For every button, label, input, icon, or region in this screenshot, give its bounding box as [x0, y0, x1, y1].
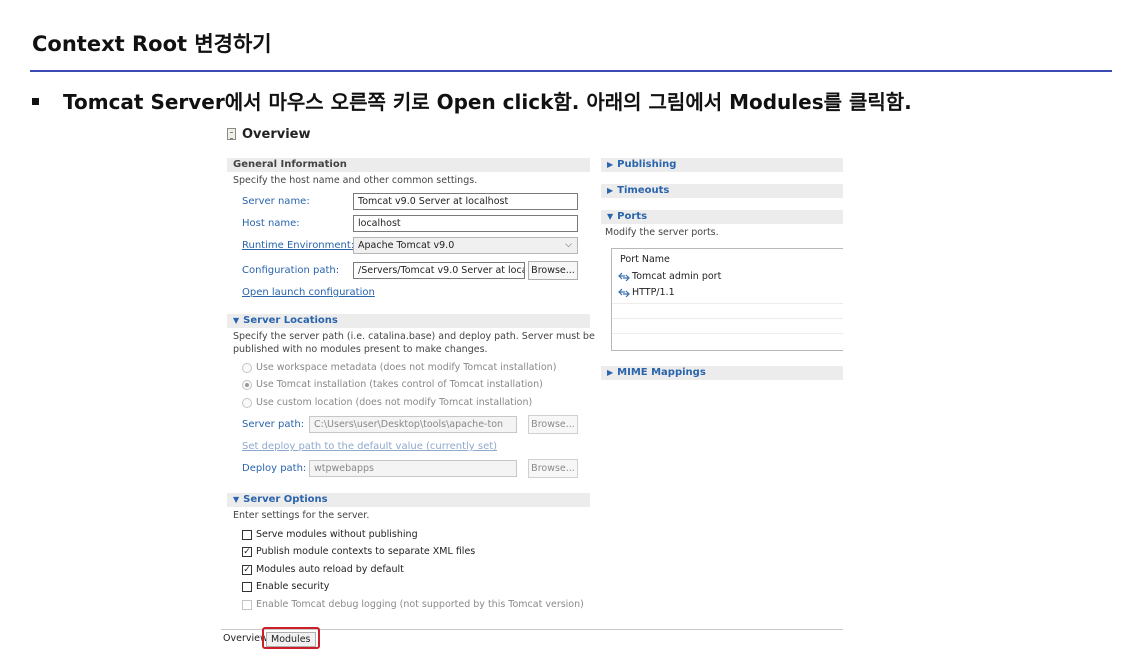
runtime-environment-select[interactable]: Apache Tomcat v9.0 ⌵: [353, 237, 578, 254]
radio-circle-icon: [242, 362, 252, 373]
server-name-field[interactable]: Tomcat v9.0 Server at localhost: [353, 193, 578, 210]
open-launch-configuration-link[interactable]: Open launch configuration: [242, 287, 375, 298]
slide-title: Context Root 변경하기: [32, 32, 272, 56]
custom-location-label: Use custom location (does not modify Tom…: [256, 397, 533, 408]
mime-mappings-header[interactable]: ▶ MIME Mappings: [601, 366, 843, 380]
instruction-text: Tomcat Server에서 마우스 오른쪽 키로 Open click함. …: [63, 90, 912, 114]
checkmark-icon: ✓: [242, 546, 252, 557]
workspace-metadata-label: Use workspace metadata (does not modify …: [256, 362, 557, 373]
auto-reload-checkbox[interactable]: ✓ Modules auto reload by default: [242, 564, 404, 575]
host-name-label: Host name:: [242, 218, 300, 229]
ports-table: Port Name Tomcat admin port HTTP/1.1: [611, 248, 843, 351]
debug-logging-label: Enable Tomcat debug logging (not support…: [256, 599, 584, 610]
enable-security-label: Enable security: [256, 581, 330, 592]
ports-header[interactable]: ▼ Ports: [601, 210, 843, 224]
port-connection-icon: [618, 288, 630, 297]
publishing-header[interactable]: ▶ Publishing: [601, 158, 843, 172]
table-row[interactable]: HTTP/1.1: [618, 287, 675, 298]
server-name-label: Server name:: [242, 196, 310, 207]
table-row[interactable]: Tomcat admin port: [618, 271, 721, 282]
server-locations-desc-line2: published with no modules present to mak…: [233, 344, 488, 355]
server-options-desc: Enter settings for the server.: [233, 510, 370, 521]
publish-contexts-label: Publish module contexts to separate XML …: [256, 546, 476, 557]
checkbox-empty-icon: [242, 581, 252, 592]
editor-header: Overview: [227, 126, 311, 142]
general-information-desc: Specify the host name and other common s…: [233, 175, 478, 186]
expand-right-arrow-icon: ▶: [607, 368, 614, 377]
expand-right-arrow-icon: ▶: [607, 160, 614, 169]
server-options-title: Server Options: [243, 494, 328, 505]
enable-security-checkbox[interactable]: Enable security: [242, 581, 329, 592]
checkbox-empty-icon: [242, 599, 252, 610]
timeouts-title: Timeouts: [617, 185, 670, 196]
expand-down-arrow-icon: ▼: [607, 212, 614, 221]
set-deploy-path-link[interactable]: Set deploy path to the default value (cu…: [242, 441, 497, 452]
server-locations-header[interactable]: ▼ Server Locations: [227, 314, 590, 328]
checkmark-icon: ✓: [242, 564, 252, 575]
table-gridline: [612, 333, 843, 334]
port-name-column-header: Port Name: [620, 254, 670, 265]
workspace-metadata-radio[interactable]: Use workspace metadata (does not modify …: [242, 362, 556, 373]
publishing-title: Publishing: [617, 159, 677, 170]
expand-down-arrow-icon: ▼: [233, 316, 240, 325]
host-name-field[interactable]: localhost: [353, 215, 578, 232]
server-options-header[interactable]: ▼ Server Options: [227, 493, 590, 507]
runtime-environment-link[interactable]: Runtime Environment:: [242, 240, 354, 251]
table-gridline: [612, 303, 843, 304]
port-connection-icon: [618, 272, 630, 281]
auto-reload-label: Modules auto reload by default: [256, 564, 404, 575]
configuration-path-label: Configuration path:: [242, 265, 340, 276]
deploy-path-label: Deploy path:: [242, 463, 307, 474]
tomcat-installation-label: Use Tomcat installation (takes control o…: [256, 379, 543, 390]
timeouts-header[interactable]: ▶ Timeouts: [601, 184, 843, 198]
title-divider: [30, 70, 1112, 72]
runtime-environment-value: Apache Tomcat v9.0: [358, 240, 455, 251]
server-path-browse-button[interactable]: Browse...: [528, 415, 578, 434]
radio-circle-icon: [242, 397, 252, 408]
checkbox-empty-icon: [242, 529, 252, 540]
general-information-header: General Information: [227, 158, 590, 172]
expand-right-arrow-icon: ▶: [607, 186, 614, 195]
server-locations-desc-line1: Specify the server path (i.e. catalina.b…: [233, 331, 595, 342]
bullet-square-icon: [32, 98, 39, 105]
server-path-label: Server path:: [242, 419, 305, 430]
serve-modules-checkbox[interactable]: Serve modules without publishing: [242, 529, 418, 540]
server-path-field[interactable]: C:\Users\user\Desktop\tools\apache-ton: [309, 416, 517, 433]
tomcat-installation-radio[interactable]: Use Tomcat installation (takes control o…: [242, 379, 543, 390]
mime-mappings-title: MIME Mappings: [617, 367, 706, 378]
custom-location-radio[interactable]: Use custom location (does not modify Tom…: [242, 397, 532, 408]
radio-selected-icon: [242, 379, 252, 390]
server-locations-title: Server Locations: [243, 315, 338, 326]
debug-logging-checkbox[interactable]: Enable Tomcat debug logging (not support…: [242, 599, 584, 610]
expand-down-arrow-icon: ▼: [233, 495, 240, 504]
publish-contexts-checkbox[interactable]: ✓ Publish module contexts to separate XM…: [242, 546, 475, 557]
server-document-icon: [227, 128, 236, 140]
configuration-browse-button[interactable]: Browse...: [528, 261, 578, 280]
ports-title: Ports: [617, 211, 648, 222]
port-row-label: HTTP/1.1: [632, 287, 675, 298]
table-gridline: [612, 318, 843, 319]
configuration-path-field[interactable]: /Servers/Tomcat v9.0 Server at local: [353, 262, 525, 279]
serve-modules-label: Serve modules without publishing: [256, 529, 418, 540]
editor-title: Overview: [242, 126, 311, 142]
server-overview-editor: Overview General Information Specify the…: [221, 120, 843, 650]
modules-tab-highlight: [262, 627, 320, 649]
deploy-path-field[interactable]: wtpwebapps: [309, 460, 517, 477]
deploy-path-browse-button[interactable]: Browse...: [528, 459, 578, 478]
port-row-label: Tomcat admin port: [632, 271, 722, 282]
instruction-bullet: Tomcat Server에서 마우스 오른쪽 키로 Open click함. …: [32, 86, 912, 115]
chevron-down-icon: ⌵: [565, 240, 572, 250]
ports-desc: Modify the server ports.: [605, 227, 719, 238]
